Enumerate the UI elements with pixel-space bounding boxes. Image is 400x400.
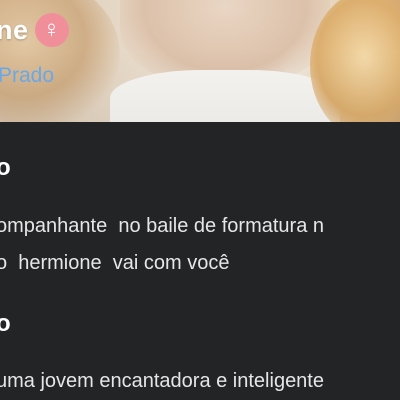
gender-symbol: ♀ — [42, 16, 61, 43]
profile-content: o ompanhante no baile de formatura n o h… — [0, 122, 400, 400]
section-title: o — [0, 310, 11, 337]
character-name-row: ne ♀ — [0, 10, 69, 50]
female-gender-icon: ♀ — [34, 13, 69, 47]
profile-header-image: ne ♀ Prado — [0, 0, 400, 122]
section-text-line: o hermione vai com você — [0, 252, 230, 274]
section-title: o — [0, 154, 11, 181]
section-text-line: uma jovem encantadora e inteligente — [0, 370, 324, 392]
character-profile-screen: ne ♀ Prado o ompanhante no baile de form… — [0, 0, 400, 400]
character-name: ne — [0, 14, 29, 45]
creator-link[interactable]: Prado — [0, 64, 54, 88]
section-text-line: ompanhante no baile de formatura n — [0, 215, 324, 237]
